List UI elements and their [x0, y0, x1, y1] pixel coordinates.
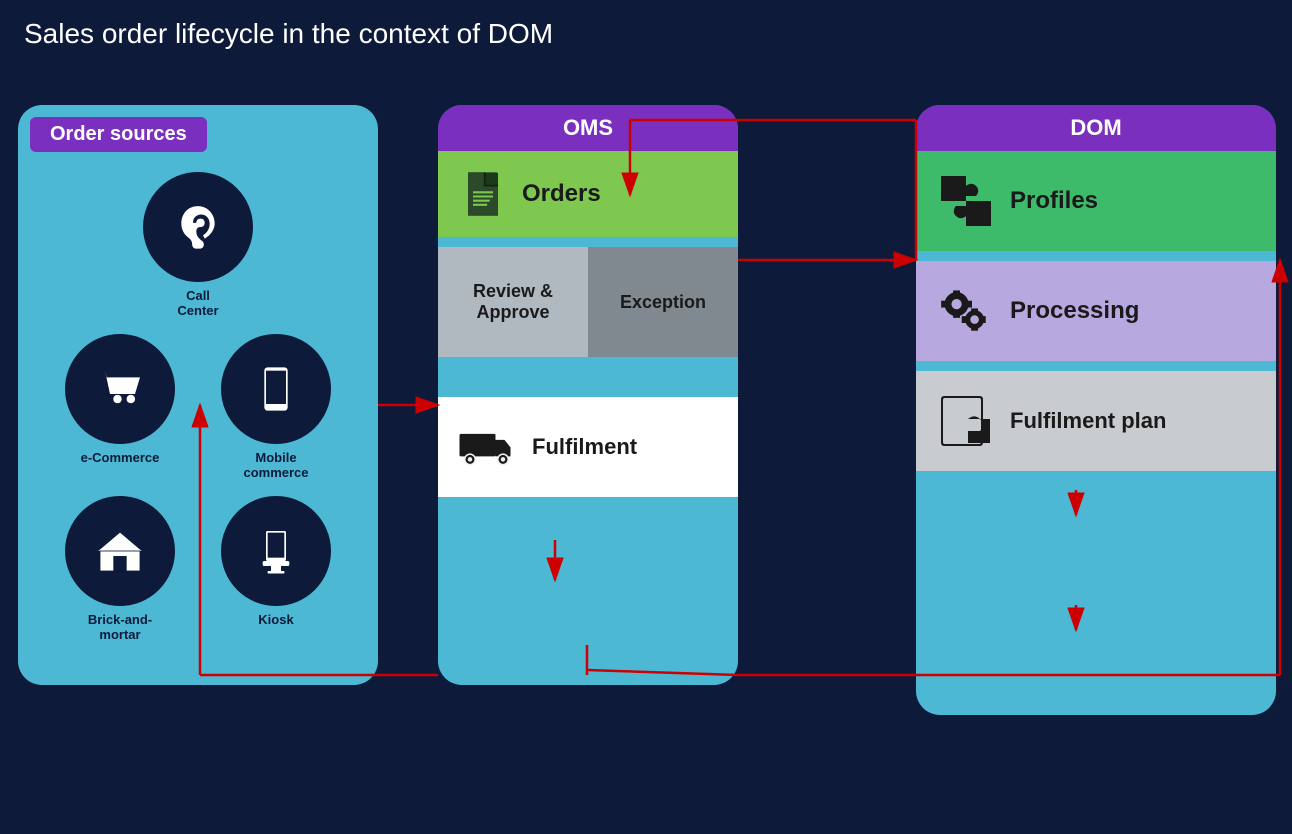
circles-container: CallCenter e-Commerce: [30, 172, 366, 642]
ecommerce-icon-circle: [65, 334, 175, 444]
order-sources-label: Order sources: [30, 117, 207, 152]
oms-gap1: [438, 237, 738, 247]
oms-fulfilment-section: Fulfilment: [438, 397, 738, 497]
oms-review-label: Review &Approve: [438, 247, 588, 357]
dom-fulfilment-section: Fulfilment plan: [916, 371, 1276, 471]
gears-icon: [936, 281, 996, 341]
order-sources-box: Order sources CallCenter e-Comme: [18, 105, 378, 685]
oms-gap2: [438, 357, 738, 367]
circle-call-center: CallCenter: [143, 172, 253, 318]
oms-box: OMS Orders Review &Approve Exception: [438, 105, 738, 685]
oms-gap4: [438, 377, 738, 387]
circle-kiosk: Kiosk: [221, 496, 331, 642]
mobile-icon-circle: [221, 334, 331, 444]
puzzle-icon: [936, 171, 996, 231]
mobile-icon: [251, 364, 301, 414]
call-center-icon-circle: [143, 172, 253, 282]
oms-review-section: Review &Approve Exception: [438, 247, 738, 357]
ear-icon: [173, 202, 223, 252]
truck-icon: [458, 417, 518, 477]
orders-doc-icon: [458, 169, 508, 219]
oms-orders-section: Orders: [438, 151, 738, 237]
building-icon: [95, 526, 145, 576]
brick-label: Brick-and-mortar: [88, 612, 152, 642]
call-center-label: CallCenter: [177, 288, 218, 318]
diagram-area: Order sources CallCenter e-Comme: [0, 75, 1292, 759]
circle-mobile: Mobilecommerce: [221, 334, 331, 480]
brick-icon-circle: [65, 496, 175, 606]
oms-gap3: [438, 367, 738, 377]
oms-exception-label: Exception: [588, 247, 738, 357]
dom-processing-section: Processing: [916, 261, 1276, 361]
oms-fulfilment-label: Fulfilment: [532, 434, 637, 460]
dom-gap1: [916, 251, 1276, 261]
dom-box: DOM Profiles: [916, 105, 1276, 715]
fulfilment-plan-icon: [936, 391, 996, 451]
page-title: Sales order lifecycle in the context of …: [0, 0, 1292, 60]
dom-profiles-section: Profiles: [916, 151, 1276, 251]
dom-fulfilment-plan-label: Fulfilment plan: [1010, 408, 1166, 434]
dom-gap2: [916, 361, 1276, 371]
cart-icon: [95, 364, 145, 414]
oms-orders-label: Orders: [522, 180, 601, 208]
mobile-label: Mobilecommerce: [243, 450, 308, 480]
circle-brick: Brick-and-mortar: [65, 496, 175, 642]
oms-header: OMS: [438, 105, 738, 151]
kiosk-icon-circle: [221, 496, 331, 606]
ecommerce-label: e-Commerce: [81, 450, 160, 465]
kiosk-label: Kiosk: [258, 612, 293, 627]
kiosk-icon: [251, 526, 301, 576]
dom-processing-label: Processing: [1010, 297, 1139, 325]
dom-header: DOM: [916, 105, 1276, 151]
dom-profiles-label: Profiles: [1010, 187, 1098, 215]
circle-ecommerce: e-Commerce: [65, 334, 175, 480]
